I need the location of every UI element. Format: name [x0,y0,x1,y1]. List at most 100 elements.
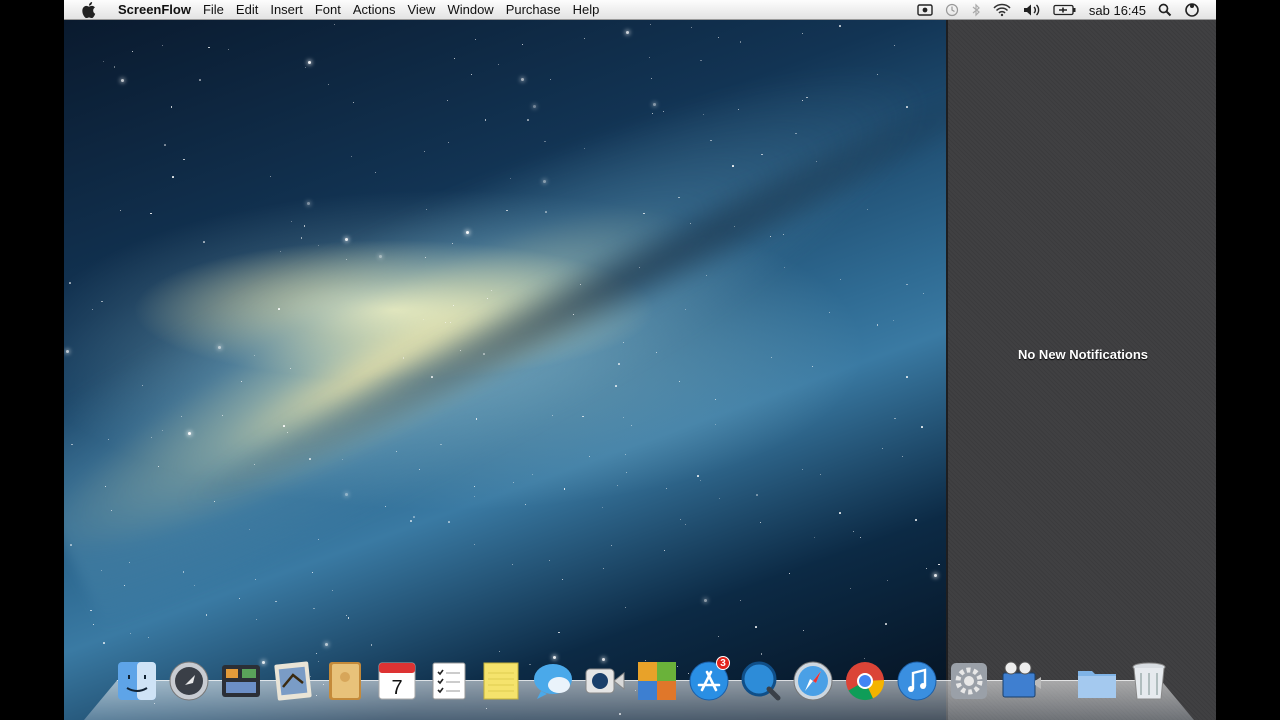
spotlight-icon[interactable] [1152,0,1178,20]
star [474,544,476,546]
menu-window[interactable]: Window [441,0,499,20]
quicktime-icon[interactable] [738,658,784,704]
star [704,598,708,602]
star [424,150,426,152]
star [624,607,626,609]
safari-icon[interactable] [790,658,836,704]
star [922,292,924,294]
launchpad-icon[interactable] [166,658,212,704]
star [312,571,314,573]
star [352,102,354,104]
status-area: sab 16:45 [911,0,1206,20]
star [208,46,210,49]
star [255,619,257,621]
facetime-icon[interactable] [582,658,628,704]
mail-icon[interactable] [270,658,316,704]
star [789,572,791,574]
star [881,447,883,449]
menu-file[interactable]: File [197,0,230,20]
star [205,613,208,616]
trash-icon[interactable] [1126,658,1172,704]
star [625,31,629,35]
star [602,506,604,508]
notes-icon[interactable] [478,658,524,704]
star [221,414,223,416]
documents-folder-icon[interactable] [1074,658,1120,704]
battery-icon[interactable] [1047,0,1083,20]
itunes-icon[interactable] [894,658,940,704]
star [511,564,513,566]
star [706,274,708,276]
game-center-icon[interactable] [634,658,680,704]
menu-view[interactable]: View [402,0,442,20]
system-preferences-icon[interactable] [946,658,992,704]
star [101,300,104,303]
star [732,165,734,167]
app-store-badge: 3 [716,656,730,670]
calendar-icon[interactable]: 7 [374,658,420,704]
star [65,350,69,354]
star [113,65,116,68]
star [805,96,808,99]
time-machine-icon[interactable] [939,0,965,20]
messages-icon[interactable] [530,658,576,704]
star [737,108,739,110]
menu-help[interactable]: Help [567,0,606,20]
volume-icon[interactable] [1017,0,1047,20]
menu-edit[interactable]: Edit [230,0,264,20]
chrome-icon[interactable] [842,658,888,704]
notification-center-icon[interactable] [1178,0,1206,20]
menu-clock[interactable]: sab 16:45 [1083,0,1152,20]
menu-actions[interactable]: Actions [347,0,402,20]
star [121,78,125,82]
star [102,60,105,63]
star [630,425,632,427]
star [333,23,335,25]
star [714,424,716,426]
menu-font[interactable]: Font [309,0,347,20]
notification-center-panel: No New Notifications [946,20,1216,720]
star [475,38,477,40]
star [305,67,307,69]
mission-control-icon[interactable] [218,658,264,704]
star [526,119,529,122]
menu-insert[interactable]: Insert [264,0,309,20]
star [312,607,315,610]
star [925,568,927,570]
star [699,480,701,482]
finder-icon[interactable] [114,658,160,704]
star [615,384,617,387]
star [561,578,564,581]
apple-menu-icon[interactable] [82,1,96,18]
menu-purchase[interactable]: Purchase [500,0,567,20]
star [331,589,333,591]
star [549,78,551,80]
star [172,176,174,178]
star [906,283,908,286]
star [718,37,720,39]
bluetooth-icon[interactable] [965,0,987,20]
star [92,309,94,311]
star [450,321,452,323]
star [802,630,804,632]
no-notifications-message: No New Notifications [1017,347,1148,362]
menu-app-screenflow[interactable]: ScreenFlow [112,0,197,20]
wifi-icon[interactable] [987,0,1017,20]
screenflow-record-icon[interactable] [911,0,939,20]
star [370,644,373,646]
app-store-icon[interactable]: 3 [686,656,732,704]
star [227,49,229,51]
star [679,519,681,521]
contacts-icon[interactable] [322,658,368,704]
star [563,488,566,490]
star [170,105,173,108]
reminders-icon[interactable] [426,658,472,704]
star [161,45,163,47]
screenflow-app-icon[interactable] [998,658,1044,704]
star [290,220,292,222]
star [255,579,257,581]
star [238,597,240,599]
star [471,73,473,75]
dock-separator [1050,664,1068,704]
star [820,473,822,475]
